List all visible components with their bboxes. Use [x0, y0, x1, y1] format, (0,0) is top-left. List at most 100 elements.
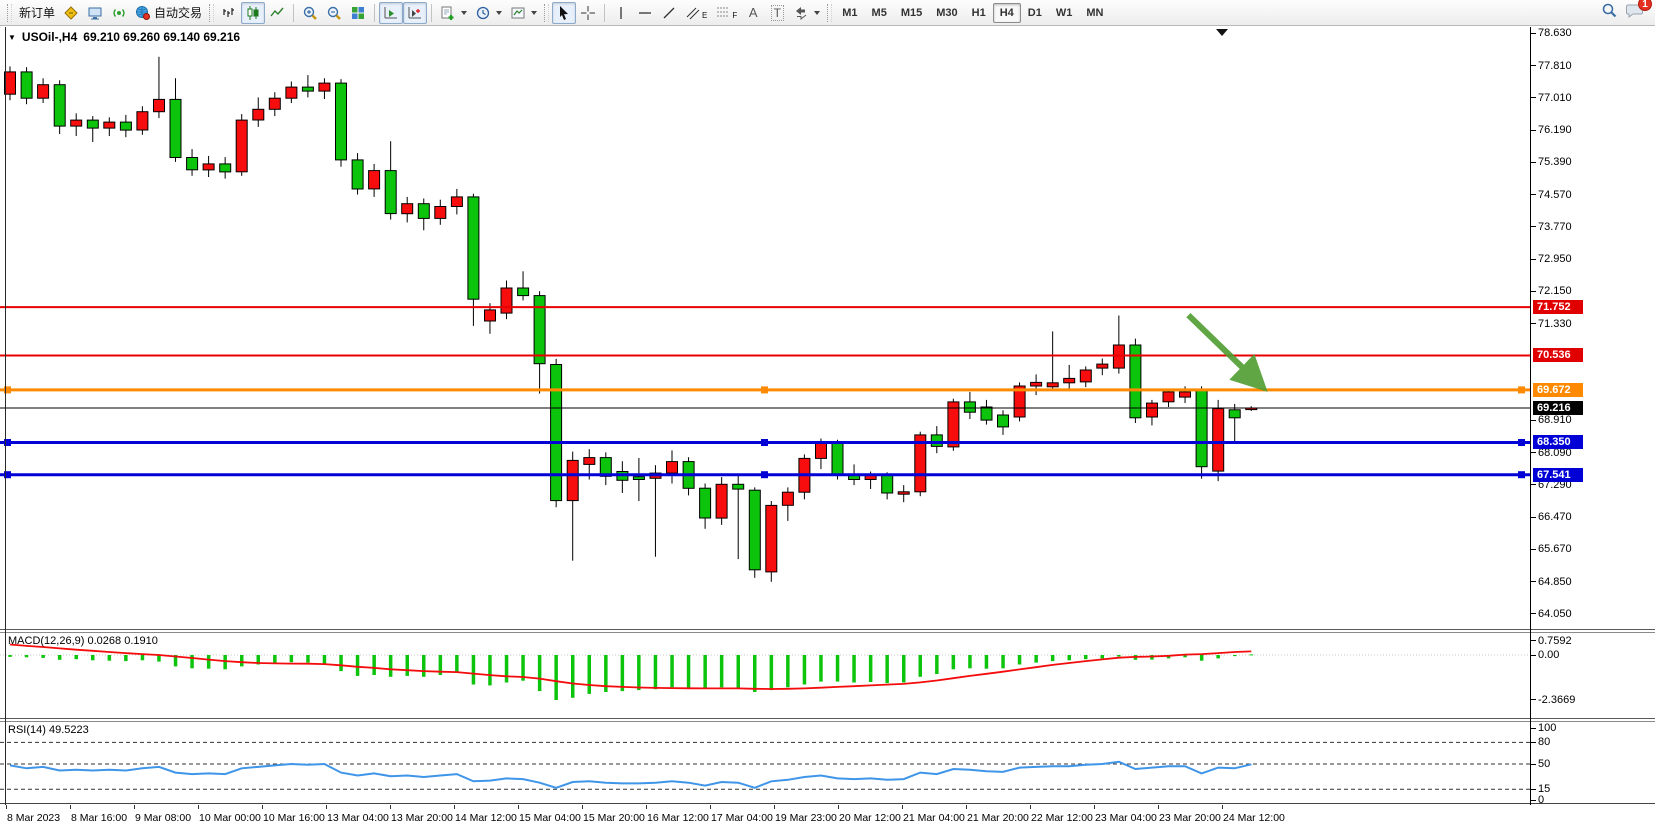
cursor-button[interactable] — [552, 2, 576, 24]
candlestick-chart-icon — [245, 5, 261, 21]
line-handle[interactable] — [761, 439, 768, 446]
candle — [964, 392, 975, 419]
candle — [981, 400, 992, 425]
macd-histogram-bar — [356, 655, 360, 676]
zoom-in-icon — [302, 5, 318, 21]
time-label: 24 Mar 12:00 — [1223, 812, 1285, 824]
equidistant-channel-icon — [685, 5, 701, 21]
toolbar-grip[interactable] — [209, 4, 214, 22]
candle — [1163, 389, 1174, 407]
rsi-tick — [1531, 800, 1536, 801]
macd-histogram-bar — [786, 655, 790, 687]
chart-collapse-icon[interactable]: ▼ — [8, 33, 16, 42]
macd-histogram-bar — [885, 655, 889, 683]
tab-timeframe-m5[interactable]: M5 — [865, 3, 894, 23]
line-handle[interactable] — [1518, 439, 1525, 446]
rsi-tick — [1531, 764, 1536, 765]
tab-timeframe-m30[interactable]: M30 — [929, 3, 964, 23]
macd-tick — [1531, 640, 1536, 641]
tab-timeframe-m15[interactable]: M15 — [894, 3, 929, 23]
toolbar-grip[interactable] — [544, 4, 549, 22]
dropdown-caret-icon — [531, 11, 537, 15]
terminal-button[interactable] — [83, 2, 107, 24]
rsi-tick — [1531, 789, 1536, 790]
fibonacci-button[interactable]: F — [711, 2, 741, 24]
macd-histogram-bar — [91, 655, 95, 660]
macd-histogram-bar — [1084, 655, 1088, 659]
templates-button[interactable] — [506, 2, 541, 24]
macd-histogram-bar — [25, 655, 29, 657]
horizontal-line-button[interactable] — [633, 2, 657, 24]
time-label: 9 Mar 08:00 — [135, 812, 191, 824]
terminal-icon — [87, 5, 103, 21]
price-tag-71.752: 71.752 — [1533, 300, 1583, 314]
macd-histogram-bar — [952, 655, 956, 669]
candle — [21, 67, 32, 104]
chart-shift-button[interactable] — [403, 2, 427, 24]
zoom-out-button[interactable] — [322, 2, 346, 24]
price-tick — [1531, 452, 1536, 453]
macd-histogram-bar — [389, 655, 393, 677]
rsi-canvas[interactable] — [0, 722, 1530, 805]
chart-shift-marker[interactable] — [1216, 29, 1228, 36]
toolbar-grip[interactable] — [7, 4, 12, 22]
search-icon[interactable] — [1601, 2, 1618, 24]
price-tick — [1531, 420, 1536, 421]
time-tick — [582, 805, 583, 809]
price-tag-69.672: 69.672 — [1533, 383, 1583, 397]
signal-button[interactable] — [107, 2, 131, 24]
bar-chart-button[interactable] — [217, 2, 241, 24]
text-tool-button[interactable]: A — [741, 2, 765, 24]
auto-trading-button[interactable]: 自动交易 — [131, 2, 206, 24]
tab-timeframe-h4[interactable]: H4 — [993, 3, 1021, 23]
tab-timeframe-m1[interactable]: M1 — [835, 3, 864, 23]
notifications-button[interactable]: 1 — [1626, 2, 1645, 24]
line-handle[interactable] — [1518, 471, 1525, 478]
period-button[interactable] — [471, 2, 506, 24]
candle — [633, 458, 644, 501]
new-order-button[interactable]: 新订单 — [15, 2, 59, 24]
price-tick-label: 66.470 — [1538, 511, 1572, 523]
tab-timeframe-h1[interactable]: H1 — [965, 3, 993, 23]
price-chart-canvas[interactable] — [0, 27, 1530, 630]
zoom-out-icon — [326, 5, 342, 21]
macd-histogram-bar — [737, 655, 741, 688]
tab-timeframe-d1[interactable]: D1 — [1021, 3, 1049, 23]
trend-arrow-annotation[interactable] — [1188, 315, 1261, 386]
trend-line-button[interactable] — [657, 2, 681, 24]
trade-ticket-button[interactable] — [59, 2, 83, 24]
macd-histogram-bar — [124, 655, 128, 661]
chart-shift-icon — [407, 5, 423, 21]
crosshair-button[interactable] — [576, 2, 600, 24]
price-tick — [1531, 581, 1536, 582]
text-label-button[interactable]: T — [765, 2, 789, 24]
time-axis[interactable]: 8 Mar 20238 Mar 16:009 Mar 08:0010 Mar 0… — [0, 805, 1655, 829]
line-handle[interactable] — [761, 386, 768, 393]
line-handle[interactable] — [761, 471, 768, 478]
macd-histogram-bar — [571, 655, 575, 698]
auto-scroll-button[interactable] — [379, 2, 403, 24]
tile-windows-button[interactable] — [346, 2, 370, 24]
price-tag-70.536: 70.536 — [1533, 348, 1583, 362]
macd-canvas[interactable] — [0, 633, 1530, 720]
macd-histogram-bar — [538, 655, 542, 691]
line-chart-button[interactable] — [265, 2, 289, 24]
candle — [600, 452, 611, 485]
toolbar-grip[interactable] — [827, 4, 832, 22]
zoom-in-button[interactable] — [298, 2, 322, 24]
macd-histogram-bar — [819, 655, 823, 682]
candlestick-chart-button[interactable] — [241, 2, 265, 24]
add-indicator-button[interactable] — [436, 2, 471, 24]
line-handle[interactable] — [1518, 386, 1525, 393]
candle — [1147, 400, 1158, 426]
price-tag-69.216: 69.216 — [1533, 401, 1583, 415]
time-label: 15 Mar 20:00 — [583, 812, 645, 824]
tab-timeframe-w1[interactable]: W1 — [1049, 3, 1080, 23]
equidistant-channel-button[interactable]: E — [681, 2, 711, 24]
candle — [451, 189, 462, 215]
tab-timeframe-mn[interactable]: MN — [1079, 3, 1110, 23]
candle — [154, 57, 165, 118]
arrows-tool-button[interactable] — [789, 2, 824, 24]
vertical-line-button[interactable] — [609, 2, 633, 24]
macd-histogram-bar — [108, 655, 112, 661]
